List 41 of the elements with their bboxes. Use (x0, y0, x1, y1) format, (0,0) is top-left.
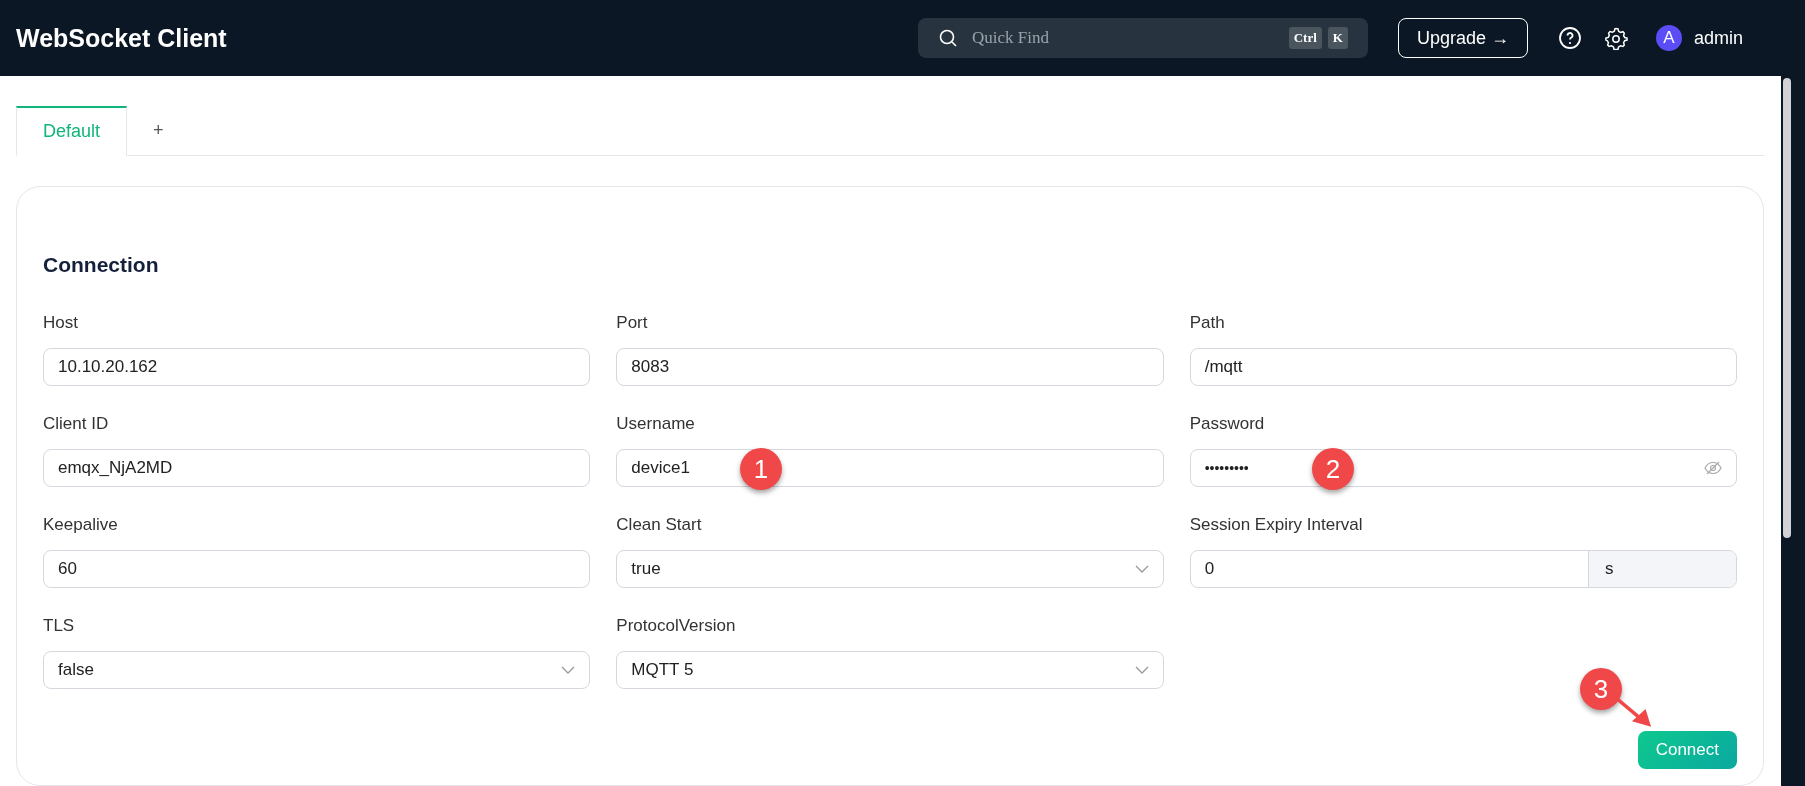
upgrade-button[interactable]: Upgrade → (1397, 18, 1528, 58)
field-label: Path (1189, 313, 1226, 333)
search-icon (937, 28, 958, 48)
field-label: Username (616, 414, 696, 434)
scrollbar-thumb[interactable] (1783, 78, 1791, 538)
field-label: Port (616, 313, 649, 333)
chevron-down-icon (1134, 666, 1149, 674)
field-label: Clean Start (616, 515, 703, 535)
field-label: ProtocolVersion (616, 616, 737, 636)
unit-label: s (1588, 551, 1736, 587)
input-field[interactable]: /mqtt (1189, 348, 1737, 386)
shortcut-key: K (1327, 27, 1348, 49)
chevron-down-icon (1134, 565, 1149, 573)
user-name[interactable]: admin (1693, 27, 1743, 49)
field-label: Password (1189, 414, 1266, 434)
shortcut-key: Ctrl (1288, 27, 1322, 49)
input-field[interactable]: 10.10.20.162 (43, 348, 591, 386)
settings-icon[interactable] (1603, 26, 1628, 50)
app-title: WebSocket Client (16, 23, 227, 53)
step-marker: 1 (740, 448, 782, 490)
input-field[interactable]: 0 s (1189, 550, 1737, 588)
input-field[interactable]: 60 (43, 550, 591, 588)
section-title: Connection (43, 253, 160, 277)
step-marker: 2 (1312, 448, 1354, 490)
input-field[interactable]: 8083 (616, 348, 1164, 386)
field-label: Client ID (43, 414, 110, 434)
dropdown[interactable]: MQTT 5 (616, 651, 1164, 689)
field-label: Host (43, 313, 79, 333)
field-label: Keepalive (43, 515, 119, 535)
step-marker: 3 (1580, 668, 1622, 710)
dropdown[interactable]: true (616, 550, 1164, 588)
chevron-down-icon (561, 666, 576, 674)
help-icon[interactable] (1557, 26, 1582, 50)
field-label: Session Expiry Interval (1189, 515, 1364, 535)
tab[interactable]: + (127, 106, 190, 155)
quick-find-field[interactable]: Quick Find Ctrl K (917, 18, 1368, 58)
dropdown[interactable]: false (43, 651, 591, 689)
field-label: TLS (43, 616, 76, 636)
user-avatar[interactable]: A (1655, 25, 1682, 51)
input-field[interactable]: emqx_NjA2MD (43, 449, 591, 487)
search-input[interactable]: Quick Find (969, 27, 1283, 49)
